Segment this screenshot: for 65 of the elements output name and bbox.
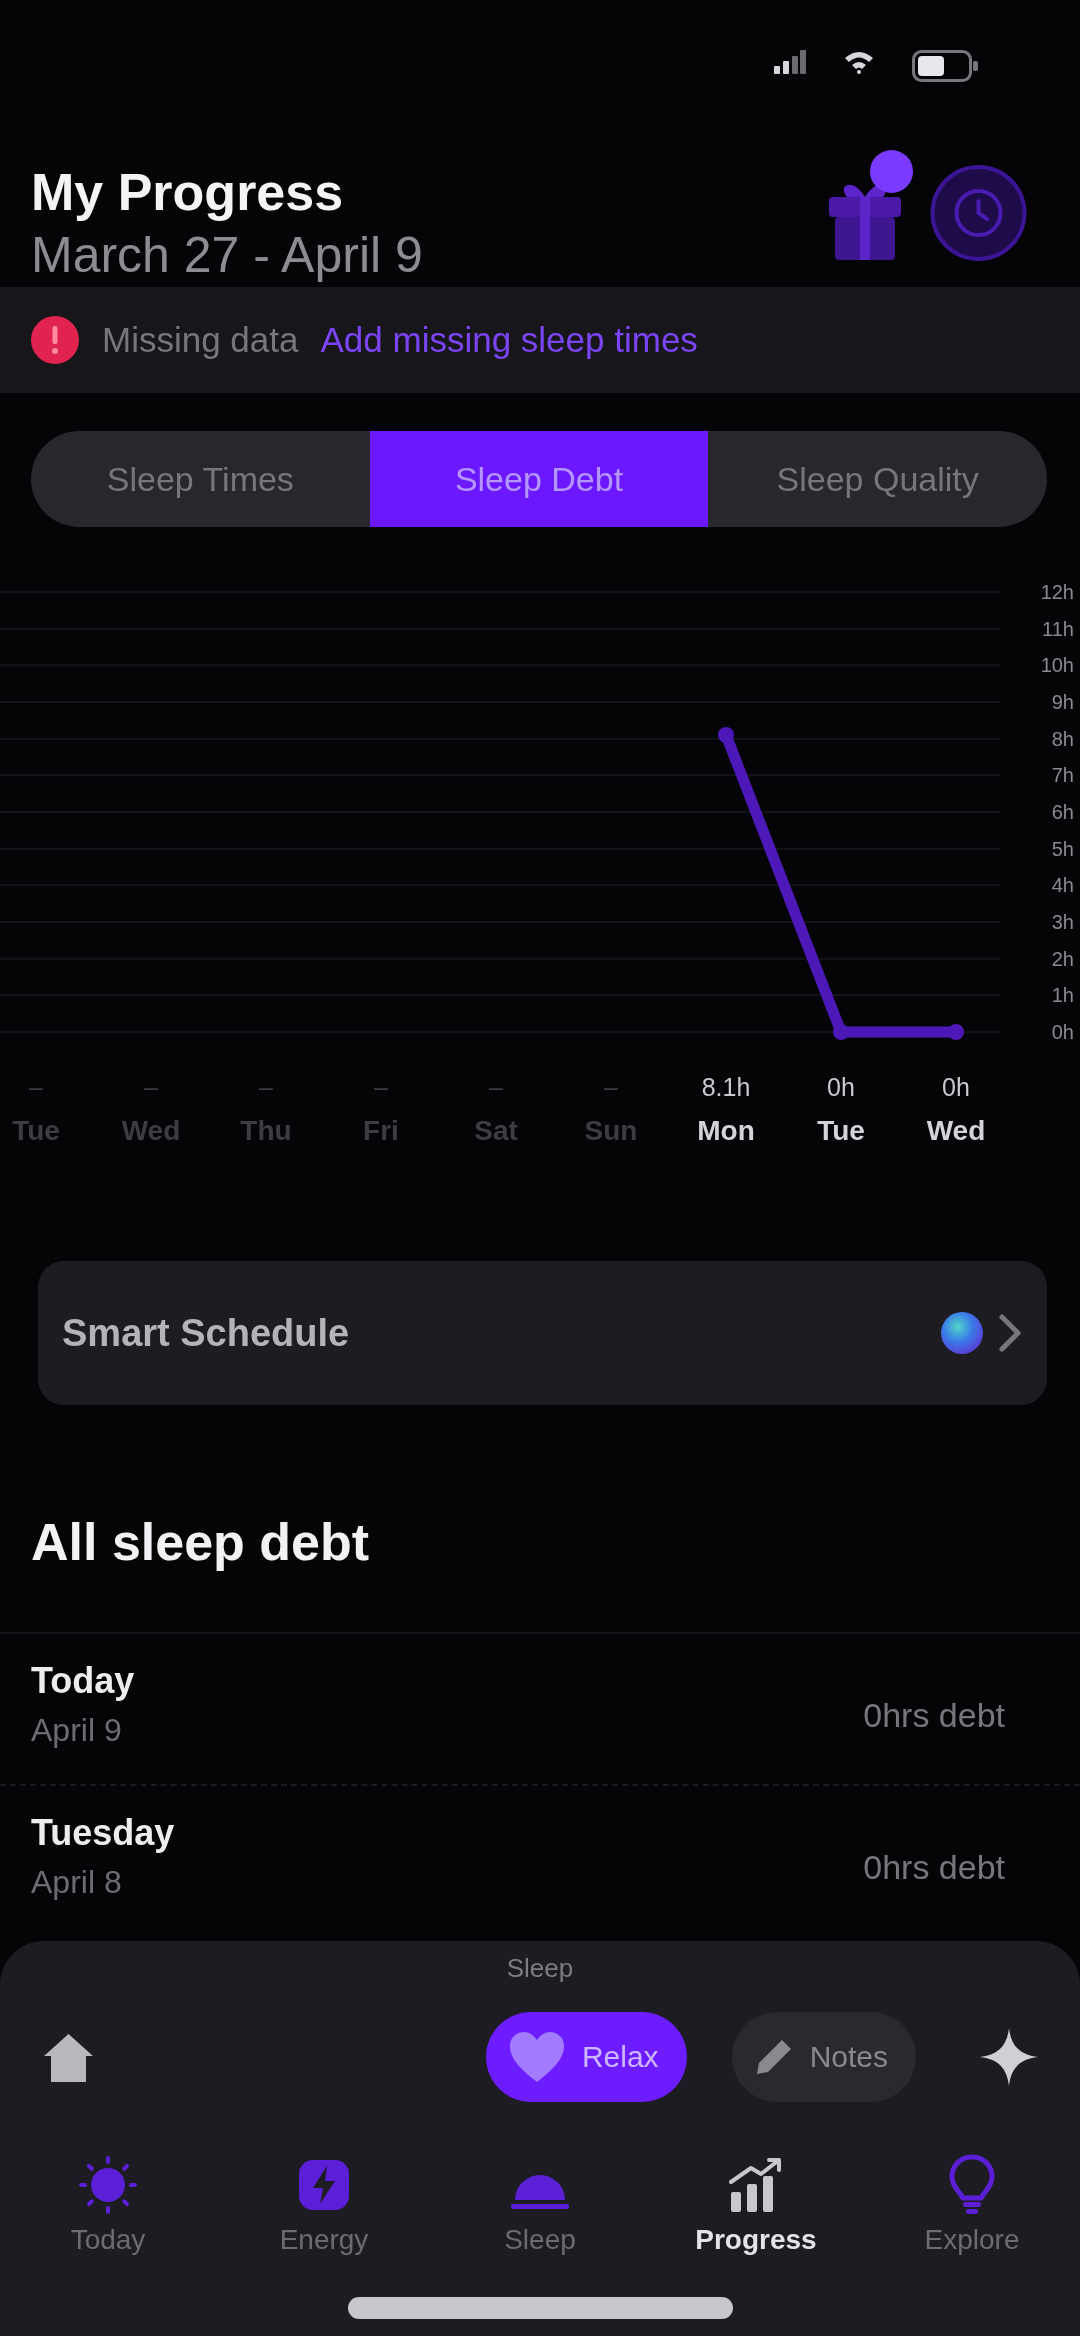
secondary-button[interactable]: Notes bbox=[731, 2012, 916, 2102]
nav-tab[interactable]: Sleep bbox=[432, 2154, 648, 2256]
data-point bbox=[718, 727, 734, 743]
alert-message: Missing data bbox=[102, 320, 299, 360]
tab[interactable]: Sleep Quality bbox=[708, 431, 1047, 527]
value-label: – bbox=[374, 1073, 388, 1101]
nav-tab[interactable]: Energy bbox=[216, 2154, 432, 2256]
chevron-right-icon bbox=[997, 1313, 1023, 1353]
date-range: March 27 - April 9 bbox=[31, 226, 423, 284]
x-axis-label: Mon bbox=[697, 1115, 755, 1146]
alert-icon bbox=[30, 315, 80, 365]
x-axis-label: Fri bbox=[363, 1115, 399, 1146]
add-sleep-link[interactable]: Add missing sleep times bbox=[320, 320, 698, 360]
tab[interactable]: Sleep Times bbox=[31, 431, 370, 527]
date-label: April 8 bbox=[31, 1863, 123, 1902]
primary-button[interactable]: Relax bbox=[485, 2012, 687, 2102]
y-axis-label: 4h bbox=[1051, 874, 1074, 897]
tab[interactable]: Sleep Debt bbox=[369, 431, 709, 527]
x-axis-label: Tue bbox=[12, 1115, 60, 1146]
battery-icon bbox=[912, 50, 978, 82]
y-axis-label: 1h bbox=[1051, 984, 1074, 1007]
sheet-title: Sleep bbox=[506, 1953, 574, 1984]
sun-icon bbox=[77, 2154, 139, 2216]
x-axis-label: Wed bbox=[926, 1115, 986, 1146]
debt-value: 0hrs debt bbox=[863, 1696, 1005, 1735]
y-axis-label: 7h bbox=[1051, 764, 1074, 787]
x-axis-label: Tue bbox=[817, 1115, 865, 1146]
wifi-icon bbox=[844, 50, 874, 74]
y-axis-label: 10h bbox=[1040, 654, 1074, 677]
section-heading: All sleep debt bbox=[31, 1512, 371, 1572]
y-axis-label: 2h bbox=[1051, 947, 1074, 970]
day-label: Today bbox=[31, 1660, 135, 1702]
value-label: – bbox=[489, 1073, 503, 1101]
smart-schedule-card[interactable]: Smart Schedule bbox=[38, 1261, 1047, 1405]
orb-icon bbox=[941, 1312, 983, 1354]
data-point bbox=[833, 1024, 849, 1040]
value-label: – bbox=[144, 1073, 158, 1101]
nav-tab[interactable]: Explore bbox=[864, 2154, 1080, 2256]
x-axis-label: Sat bbox=[474, 1115, 518, 1146]
value-label: – bbox=[29, 1073, 43, 1101]
y-axis-label: 12h bbox=[1040, 581, 1074, 603]
page-title: My Progress bbox=[31, 162, 345, 222]
y-axis-label: 8h bbox=[1051, 727, 1074, 750]
data-point bbox=[948, 1024, 964, 1040]
x-axis-label: Wed bbox=[121, 1115, 181, 1146]
day-label: Tuesday bbox=[31, 1812, 175, 1854]
nav-tab[interactable]: Progress bbox=[648, 2154, 864, 2256]
value-label: – bbox=[604, 1073, 618, 1101]
nav-tab[interactable]: Today bbox=[0, 2154, 216, 2256]
date-label: April 9 bbox=[31, 1711, 123, 1750]
heart-icon bbox=[507, 2030, 566, 2084]
y-axis-label: 6h bbox=[1051, 801, 1074, 823]
value-label: – bbox=[259, 1073, 273, 1101]
signal-icon bbox=[774, 50, 806, 74]
debt-value: 0hrs debt bbox=[863, 1848, 1005, 1887]
value-label: 0h bbox=[942, 1073, 970, 1101]
y-axis-label: 3h bbox=[1051, 911, 1074, 933]
value-label: 0h bbox=[827, 1073, 855, 1101]
x-axis-label: Thu bbox=[240, 1115, 292, 1146]
x-axis-label: Sun bbox=[584, 1115, 638, 1146]
value-label: 8.1h bbox=[701, 1073, 751, 1101]
y-axis-label: 0h bbox=[1051, 1021, 1074, 1043]
y-axis-label: 5h bbox=[1051, 837, 1074, 860]
y-axis-label: 11h bbox=[1042, 617, 1074, 640]
y-axis-label: 9h bbox=[1051, 691, 1074, 713]
